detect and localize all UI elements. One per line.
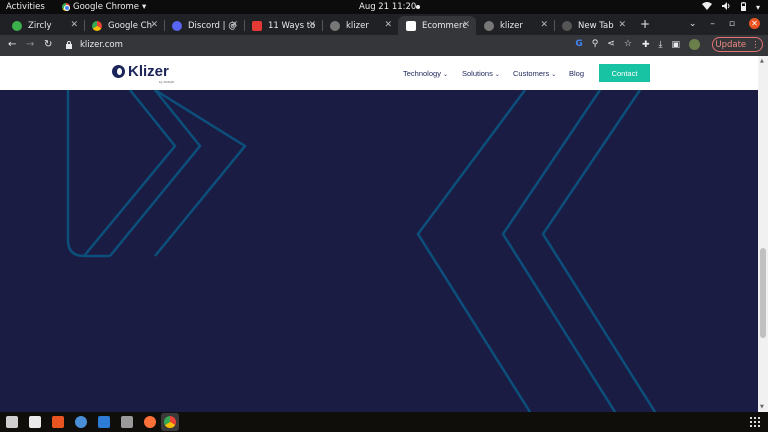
klizer-logo-icon	[112, 65, 125, 78]
power-menu-chevron-icon: ▾	[755, 2, 760, 12]
system-status-area[interactable]: ▾	[701, 1, 760, 13]
chrome-icon	[62, 3, 70, 11]
url-text[interactable]: klizer.com	[80, 40, 123, 50]
globe-icon	[484, 20, 494, 31]
contact-button[interactable]: Contact	[599, 64, 650, 82]
back-arrow-icon[interactable]: ←	[8, 39, 16, 50]
nav-customers[interactable]: Customers ⌄	[513, 69, 556, 78]
chevron-down-icon: ⌄	[442, 72, 448, 78]
nav-solutions[interactable]: Solutions ⌄	[462, 69, 500, 78]
scroll-up-arrow-icon[interactable]: ▲	[760, 58, 764, 64]
notification-dot	[416, 5, 420, 9]
scrollbar-thumb[interactable]	[760, 248, 766, 338]
discord-icon	[172, 20, 182, 31]
profile-avatar[interactable]	[689, 39, 701, 50]
extension-area: ✚ ⤓ ▣	[642, 39, 701, 50]
tab-zircly[interactable]: Zircly ✕	[4, 16, 84, 35]
side-panel-icon[interactable]: ▣	[672, 40, 681, 50]
globe-icon	[330, 20, 340, 31]
download-icon[interactable]: ⤓	[659, 40, 663, 50]
close-icon[interactable]: ✕	[150, 20, 158, 30]
close-icon[interactable]: ✕	[462, 20, 470, 30]
clock[interactable]: Aug 21 11:20	[359, 2, 416, 12]
show-apps-grid-icon[interactable]	[750, 417, 760, 427]
new-tab-button[interactable]: +	[640, 17, 650, 31]
tab-strip: Zircly ✕ Google Ch ✕ Discord | @ ✕ 11 Wa…	[0, 14, 768, 35]
app-menu[interactable]: Google Chrome ▾	[62, 2, 146, 12]
chevron-down-icon: ▾	[142, 2, 147, 12]
google-lens-icon[interactable]: G	[575, 39, 582, 49]
close-icon[interactable]: ✕	[384, 20, 392, 30]
article-icon	[252, 20, 262, 31]
address-bar[interactable]: klizer.com G ⚲ ⋖ ☆	[58, 37, 636, 54]
chevron-down-icon: ⌄	[494, 72, 500, 78]
settings-icon[interactable]	[75, 416, 87, 428]
nav-label: Technology	[403, 69, 441, 78]
update-button[interactable]: Update ⋮	[712, 37, 763, 52]
omnibox-actions: G ⚲ ⋖ ☆	[575, 39, 632, 49]
newtab-icon	[562, 20, 572, 31]
zoom-search-icon[interactable]: ⚲	[592, 39, 599, 49]
web-page: Klizer by DCKAP Technology ⌄ Solutions ⌄ C…	[0, 56, 758, 412]
app-menu-label: Google Chrome	[73, 2, 140, 12]
hero-background	[66, 90, 657, 412]
files-icon[interactable]	[6, 416, 18, 428]
firefox-icon[interactable]	[144, 416, 156, 428]
window-controls: ⌄ – ▫ ✕	[689, 18, 760, 29]
share-icon[interactable]: ⋖	[607, 39, 615, 49]
tab-google-chrome[interactable]: Google Ch ✕	[84, 16, 164, 35]
nav-label: Customers	[513, 69, 550, 78]
logo-subtext: by DCKAP	[159, 80, 174, 84]
site-header: Klizer by DCKAP Technology ⌄ Solutions ⌄ C…	[0, 56, 758, 90]
minimize-icon[interactable]: –	[710, 19, 715, 29]
close-icon[interactable]: ✕	[308, 20, 316, 30]
klizer-icon	[406, 20, 416, 31]
chevron-down-icon: ⌄	[551, 72, 557, 78]
tab-klizer-2[interactable]: klizer ✕	[476, 16, 554, 35]
volume-icon	[721, 2, 731, 12]
close-icon[interactable]: ✕	[618, 20, 626, 30]
tab-discord[interactable]: Discord | @ ✕	[164, 16, 244, 35]
zircly-icon	[12, 20, 22, 31]
more-menu-icon: ⋮	[751, 39, 760, 50]
update-label: Update	[715, 39, 747, 50]
wifi-icon	[701, 2, 712, 12]
dock	[0, 412, 768, 432]
site-logo[interactable]: Klizer	[112, 63, 169, 80]
tab-search-icon[interactable]: ⌄	[689, 19, 697, 29]
nav-blog[interactable]: Blog	[569, 69, 584, 78]
window-close-button[interactable]: ✕	[749, 18, 760, 29]
close-icon[interactable]: ✕	[230, 20, 238, 30]
bookmark-star-icon[interactable]: ☆	[624, 39, 632, 49]
contact-label: Contact	[611, 68, 638, 78]
vscode-icon[interactable]	[98, 416, 110, 428]
image-viewer-icon[interactable]	[121, 416, 133, 428]
extensions-puzzle-icon[interactable]: ✚	[642, 40, 650, 50]
close-icon[interactable]: ✕	[70, 20, 78, 30]
tab-11-ways[interactable]: 11 Ways to ✕	[244, 16, 322, 35]
activities-button[interactable]: Activities	[6, 2, 45, 12]
page-scrollbar[interactable]: ▲ ▼	[758, 56, 768, 412]
lock-icon[interactable]	[66, 41, 72, 49]
close-icon[interactable]: ✕	[540, 20, 548, 30]
tab-ecommerce[interactable]: Ecommerc ✕	[398, 16, 476, 35]
software-center-icon[interactable]	[52, 416, 64, 428]
logo-text: Klizer	[128, 63, 169, 80]
text-editor-icon[interactable]	[29, 416, 41, 428]
chrome-icon[interactable]	[164, 416, 176, 428]
maximize-icon[interactable]: ▫	[729, 19, 735, 29]
system-top-bar: Activities Google Chrome ▾ Aug 21 11:20 …	[0, 0, 768, 14]
hero-chevron-decoration	[66, 90, 657, 412]
forward-arrow-icon[interactable]: →	[26, 39, 34, 50]
scroll-down-arrow-icon[interactable]: ▼	[760, 404, 764, 410]
nav-label: Solutions	[462, 69, 493, 78]
tab-new-tab[interactable]: New Tab ✕	[554, 16, 632, 35]
battery-icon	[740, 1, 746, 13]
reload-icon[interactable]: ↻	[44, 39, 52, 50]
nav-technology[interactable]: Technology ⌄	[403, 69, 448, 78]
nav-label: Blog	[569, 69, 585, 78]
tab-klizer-1[interactable]: klizer ✕	[322, 16, 398, 35]
chrome-icon	[92, 20, 102, 31]
